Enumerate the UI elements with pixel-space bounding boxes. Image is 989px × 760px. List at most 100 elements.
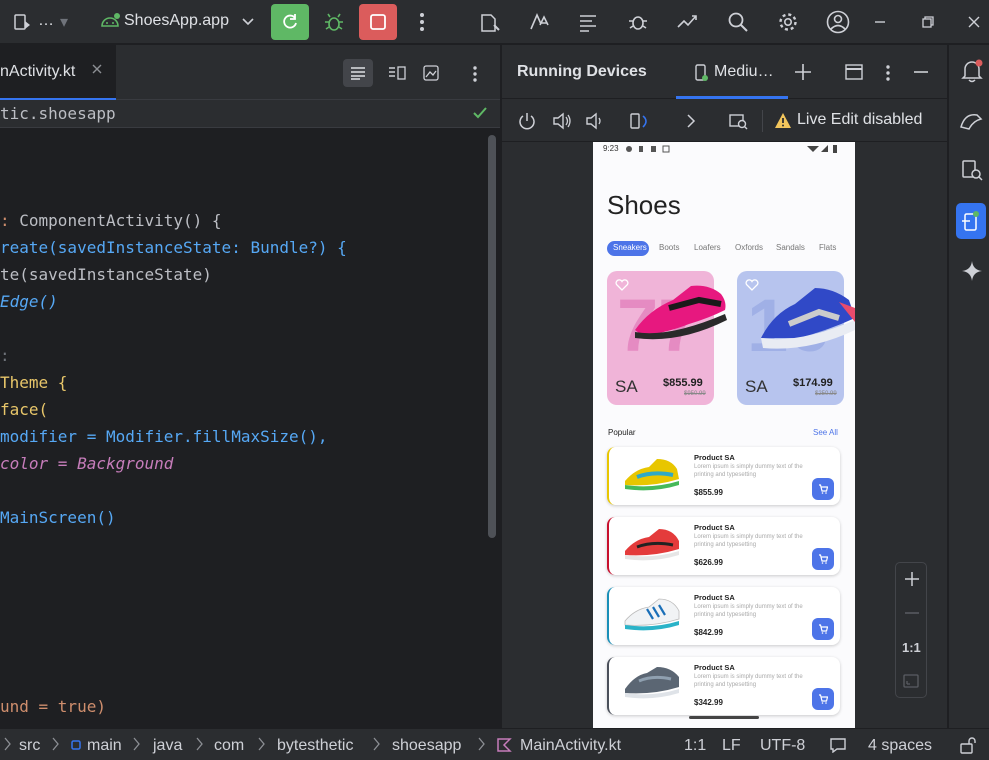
zoom-in-icon[interactable] (904, 571, 920, 587)
indent-setting[interactable]: 4 spaces (868, 737, 932, 755)
project-name[interactable]: … (38, 12, 54, 30)
line-separator[interactable]: LF (722, 737, 741, 755)
gear-icon[interactable] (772, 6, 804, 38)
breadcrumb-com[interactable]: com (214, 737, 244, 755)
breadcrumb-main[interactable]: main (87, 737, 122, 755)
window-layout-icon[interactable] (845, 64, 863, 80)
add-to-cart-button[interactable] (812, 548, 834, 570)
editor-scrollbar[interactable] (488, 135, 496, 538)
run-configuration[interactable]: ShoesApp.app (124, 12, 229, 30)
breadcrumb-separator-icon (478, 737, 486, 751)
live-edit-status[interactable]: Live Edit disabled (797, 111, 922, 129)
device-controls: Live Edit disabled (502, 100, 948, 142)
restore-icon[interactable] (912, 6, 944, 38)
design-view-icon[interactable] (417, 59, 445, 87)
breadcrumb-separator-icon (4, 737, 12, 751)
package-name: tic.shoesapp (0, 104, 116, 123)
code-editor[interactable]: nActivity.kt tic.shoesapp : ComponentAct… (0, 45, 500, 728)
product-card[interactable]: Product SA Lorem ipsum is simply dummy t… (607, 587, 840, 645)
volume-up-icon[interactable] (552, 112, 572, 130)
panel-minimize-icon[interactable] (913, 70, 929, 74)
device-manager-icon[interactable] (672, 6, 704, 38)
panel-more-icon[interactable] (885, 64, 891, 82)
zoom-actual-size[interactable]: 1:1 (902, 640, 921, 655)
rotate-icon[interactable] (629, 112, 651, 130)
rerun-button[interactable] (271, 4, 309, 40)
close-window-icon[interactable] (958, 6, 989, 38)
chip-sandals[interactable]: Sandals (776, 243, 805, 252)
white-sneaker-image (623, 597, 681, 631)
gemini-icon[interactable] (961, 260, 983, 282)
project-icon[interactable] (6, 6, 38, 38)
minimize-icon[interactable] (864, 6, 896, 38)
android-icon (94, 6, 126, 38)
product-description: Lorem ipsum is simply dummy text of the … (694, 534, 803, 548)
project-dropdown-hint: ▾ (60, 14, 69, 31)
pink-sneaker-image (629, 280, 731, 344)
translate-icon[interactable] (523, 6, 555, 38)
chevron-down-icon[interactable] (232, 6, 264, 38)
layout-inspector-icon[interactable] (961, 159, 983, 181)
debug-icon[interactable] (318, 6, 350, 38)
heart-icon[interactable] (745, 279, 759, 291)
product-price: $626.99 (694, 558, 723, 567)
device-screen[interactable]: 9:23 Shoes Sneakers Boots Loafers Oxford… (593, 142, 855, 728)
format-icon[interactable] (572, 6, 604, 38)
comment-icon[interactable] (829, 737, 847, 753)
breadcrumb-bytesthetic[interactable]: bytesthetic (277, 737, 353, 755)
device-explorer-icon[interactable] (959, 109, 983, 131)
add-to-cart-button[interactable] (812, 688, 834, 710)
chip-flats[interactable]: Flats (819, 243, 836, 252)
editor-tab-active[interactable]: nActivity.kt (0, 45, 116, 100)
code-line: te(savedInstanceState) (0, 265, 212, 284)
screenshot-icon[interactable] (729, 112, 749, 130)
product-price: $855.99 (694, 488, 723, 497)
add-device-icon[interactable] (794, 63, 812, 81)
chip-loafers[interactable]: Loafers (694, 243, 721, 252)
product-card[interactable]: Product SA Lorem ipsum is simply dummy t… (607, 517, 840, 575)
product-card[interactable]: Product SA Lorem ipsum is simply dummy t… (607, 657, 840, 715)
split-view-icon[interactable] (383, 59, 411, 87)
account-icon[interactable] (822, 6, 854, 38)
device-tab[interactable]: Mediu… (676, 45, 788, 99)
see-all-link[interactable]: See All (813, 428, 838, 437)
code-line: Theme { (0, 373, 68, 392)
build-icon[interactable] (474, 6, 506, 38)
chip-oxfords[interactable]: Oxfords (735, 243, 763, 252)
chip-boots[interactable]: Boots (659, 243, 679, 252)
breadcrumb-file[interactable]: MainActivity.kt (520, 737, 621, 755)
editor-more-icon[interactable] (472, 65, 478, 83)
chevron-right-icon[interactable] (686, 113, 696, 129)
search-icon[interactable] (722, 6, 754, 38)
code-view-icon[interactable] (343, 59, 373, 87)
breadcrumb-java[interactable]: java (153, 737, 182, 755)
more-vertical-icon[interactable] (406, 6, 438, 38)
zoom-fit-icon[interactable] (903, 674, 919, 688)
add-to-cart-button[interactable] (812, 618, 834, 640)
add-to-cart-button[interactable] (812, 478, 834, 500)
gesture-handle[interactable] (689, 716, 759, 719)
zoom-out-icon[interactable] (904, 611, 920, 615)
device-tab-label: Mediu… (714, 63, 774, 80)
product-card[interactable]: Product SA Lorem ipsum is simply dummy t… (607, 447, 840, 505)
code-line: : ComponentActivity() { (0, 211, 222, 230)
bug-report-icon[interactable] (622, 6, 654, 38)
caret-position[interactable]: 1:1 (684, 737, 706, 755)
chip-sneakers[interactable]: Sneakers (607, 241, 649, 256)
stop-button[interactable] (359, 4, 397, 40)
volume-down-icon[interactable] (585, 112, 603, 130)
file-encoding[interactable]: UTF-8 (760, 737, 805, 755)
devices-header: Running Devices Mediu… (502, 45, 948, 99)
yellow-sneaker-image (623, 457, 681, 491)
running-devices-tool-button[interactable] (956, 203, 986, 239)
running-devices-icon (962, 211, 979, 231)
main-toolbar: … ▾ ShoesApp.app (0, 0, 989, 44)
heart-icon[interactable] (615, 279, 629, 291)
close-tab-icon[interactable] (91, 63, 103, 75)
breadcrumb-shoesapp[interactable]: shoesapp (392, 737, 461, 755)
module-icon (71, 740, 81, 750)
power-icon[interactable] (518, 112, 536, 130)
breadcrumb-src[interactable]: src (19, 737, 40, 755)
unlock-icon[interactable] (959, 736, 977, 754)
notifications-icon[interactable] (961, 59, 983, 83)
